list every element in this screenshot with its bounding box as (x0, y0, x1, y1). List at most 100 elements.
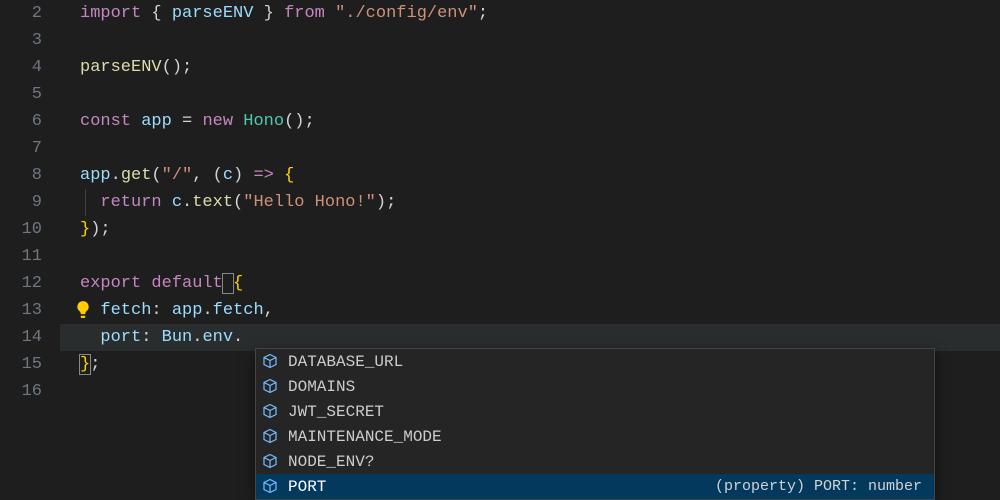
token: , ( (192, 166, 223, 185)
code-line[interactable]: import { parseENV } from "./config/env"; (60, 0, 1000, 27)
token: parseENV (80, 58, 162, 77)
lightbulb-icon[interactable] (74, 300, 92, 318)
field-icon (262, 378, 280, 396)
code-line[interactable]: parseENV(); (60, 54, 1000, 81)
token (80, 193, 100, 212)
token: . (192, 328, 202, 347)
token: "/" (162, 166, 193, 185)
token (162, 193, 172, 212)
autocomplete-item[interactable]: MAINTENANCE_MODE (256, 424, 934, 449)
code-line[interactable]: return c.text("Hello Hono!"); (60, 189, 1000, 216)
line-number: 16 (0, 378, 60, 405)
token: export (80, 274, 141, 293)
autocomplete-detail: (property) PORT: number (715, 478, 928, 495)
code-line[interactable]: const app = new Hono(); (60, 108, 1000, 135)
token: => (253, 166, 273, 185)
token: env (202, 328, 233, 347)
token (80, 328, 100, 347)
token: ); (376, 193, 396, 212)
line-number: 13 (0, 297, 60, 324)
code-line[interactable]: }); (60, 216, 1000, 243)
code-line[interactable] (60, 243, 1000, 270)
line-number: 12 (0, 270, 60, 297)
token: . (202, 301, 212, 320)
line-number: 5 (0, 81, 60, 108)
token: } (80, 220, 90, 239)
token: import (80, 4, 141, 23)
token: . (233, 328, 243, 347)
line-number: 3 (0, 27, 60, 54)
autocomplete-label: MAINTENANCE_MODE (288, 428, 928, 446)
autocomplete-label: DATABASE_URL (288, 353, 928, 371)
line-number: 15 (0, 351, 60, 378)
token: fetch (100, 301, 151, 320)
autocomplete-popup[interactable]: DATABASE_URL DOMAINS JWT_SECRET MAINTENANCE… (255, 348, 935, 500)
token: parseENV (172, 4, 254, 23)
token: = (172, 112, 203, 131)
autocomplete-label: NODE_ENV? (288, 453, 928, 471)
token: new (202, 112, 233, 131)
code-line[interactable]: fetch: app.fetch, (60, 297, 1000, 324)
token: get (121, 166, 152, 185)
token: . (111, 166, 121, 185)
token: : (141, 328, 161, 347)
token: text (192, 193, 233, 212)
line-number: 6 (0, 108, 60, 135)
field-icon (262, 403, 280, 421)
line-number-gutter: 2345678910111213141516 (0, 0, 60, 500)
token: ( (151, 166, 161, 185)
token: { (284, 166, 294, 185)
line-number: 14 (0, 324, 60, 351)
token: "Hello Hono!" (243, 193, 376, 212)
code-line[interactable] (60, 81, 1000, 108)
token: port (100, 328, 141, 347)
autocomplete-item[interactable]: JWT_SECRET (256, 399, 934, 424)
token: ; (90, 355, 100, 374)
token: "./config/env" (335, 4, 478, 23)
code-line[interactable] (60, 27, 1000, 54)
token (233, 112, 243, 131)
token: app (172, 301, 203, 320)
token (274, 166, 284, 185)
token: : (151, 301, 171, 320)
token: ; (478, 4, 488, 23)
token: Hono (243, 112, 284, 131)
line-number: 2 (0, 0, 60, 27)
token (325, 4, 335, 23)
token: { (141, 4, 172, 23)
token: c (223, 166, 233, 185)
autocomplete-label: JWT_SECRET (288, 403, 928, 421)
token: (); (162, 58, 193, 77)
token: ( (233, 193, 243, 212)
token: . (182, 193, 192, 212)
line-number: 7 (0, 135, 60, 162)
autocomplete-item[interactable]: NODE_ENV? (256, 449, 934, 474)
token: } (253, 4, 284, 23)
field-icon (262, 353, 280, 371)
token: return (100, 193, 161, 212)
field-icon (262, 428, 280, 446)
autocomplete-item[interactable]: DOMAINS (256, 374, 934, 399)
autocomplete-item[interactable]: PORT(property) PORT: number (256, 474, 934, 499)
autocomplete-label: DOMAINS (288, 378, 928, 396)
token: const (80, 112, 131, 131)
token: app (141, 112, 172, 131)
code-line[interactable]: export default { (60, 270, 1000, 297)
token: ); (90, 220, 110, 239)
autocomplete-item[interactable]: DATABASE_URL (256, 349, 934, 374)
code-line[interactable]: app.get("/", (c) => { (60, 162, 1000, 189)
line-number: 8 (0, 162, 60, 189)
code-editor[interactable]: 2345678910111213141516 import { parseENV… (0, 0, 1000, 500)
field-icon (262, 478, 280, 496)
code-line[interactable]: port: Bun.env. (60, 324, 1000, 351)
token: { (233, 274, 243, 293)
code-line[interactable] (60, 135, 1000, 162)
token: c (172, 193, 182, 212)
token (131, 112, 141, 131)
line-number: 4 (0, 54, 60, 81)
token: default (151, 274, 222, 293)
token: from (284, 4, 325, 23)
line-number: 9 (0, 189, 60, 216)
line-number: 11 (0, 243, 60, 270)
field-icon (262, 453, 280, 471)
